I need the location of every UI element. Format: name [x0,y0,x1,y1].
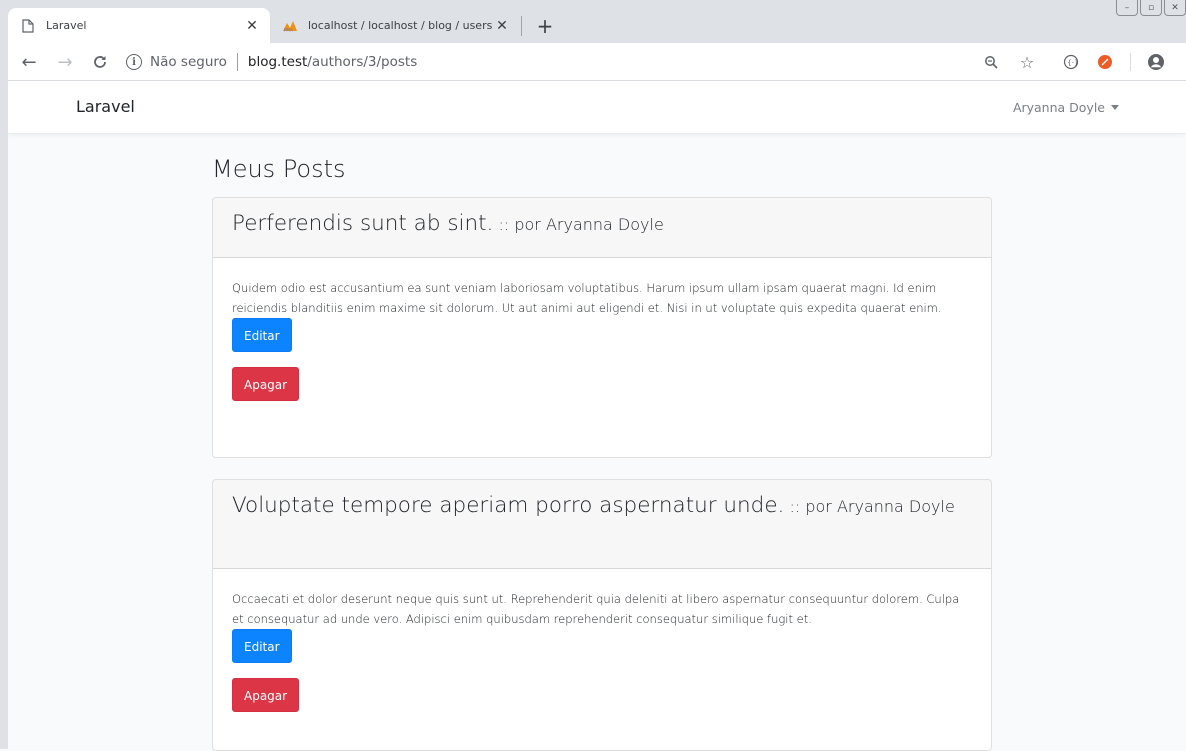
tab-phpmyadmin[interactable]: PMA localhost / localhost / blog / users… [270,8,520,43]
tab-strip: Laravel ✕ PMA localhost / localhost / bl… [0,0,1186,43]
url-host: blog.test [247,54,308,70]
forward-arrow-icon[interactable]: → [52,49,78,75]
restore-button[interactable]: ▫ [1140,0,1162,16]
post-body-container: Quidem odio est accusantium ea sunt veni… [213,258,991,401]
post-author: :: por Aryanna Doyle [498,215,664,234]
page-title: Meus Posts [212,155,346,183]
post-title: Voluptate tempore aperiam porro aspernat… [232,493,785,518]
delete-button[interactable]: Apagar [232,367,300,401]
post-author: :: por Aryanna Doyle [789,497,955,516]
profile-avatar-icon[interactable] [1144,49,1168,75]
security-label: Não seguro [150,54,227,70]
delete-button[interactable]: Apagar [232,678,300,712]
extension-icon[interactable]: {·} [1060,49,1082,75]
minimize-button[interactable]: – [1116,0,1138,16]
edit-button[interactable]: Editar [232,318,292,352]
toolbar-divider [1130,53,1131,71]
page-icon [20,18,36,34]
post-card: Voluptate tempore aperiam porro aspernat… [212,479,992,751]
post-header: Perferendis sunt ab sint. :: por Aryanna… [213,198,991,258]
tab-separator [521,16,522,36]
svg-text:PMA: PMA [284,27,293,32]
app-navbar: Laravel Aryanna Doyle [8,81,1186,134]
browser-toolbar: ← → i Não seguro blog.test/authors/3/pos… [0,43,1186,81]
post-title: Perferendis sunt ab sint. [232,211,494,236]
edit-button[interactable]: Editar [232,629,292,663]
close-tab-icon[interactable]: ✕ [244,18,260,34]
new-tab-button[interactable]: + [533,14,557,38]
tab-laravel[interactable]: Laravel ✕ [8,8,270,43]
address-bar[interactable]: i Não seguro blog.test/authors/3/posts [126,47,1046,77]
post-card: Perferendis sunt ab sint. :: por Aryanna… [212,197,992,458]
svg-text:{·}: {·} [1067,59,1078,67]
post-body: Quidem odio est accusantium ea sunt veni… [232,281,942,315]
user-name: Aryanna Doyle [1012,100,1105,115]
back-arrow-icon[interactable]: ← [16,49,42,75]
navbar-brand[interactable]: Laravel [76,97,135,116]
close-tab-icon[interactable]: ✕ [494,18,510,34]
caret-down-icon [1111,105,1119,110]
reload-icon[interactable] [87,49,113,75]
window-controls: – ▫ ✕ [1114,0,1186,18]
tab-title: localhost / localhost / blog / users [308,19,493,32]
zoom-icon[interactable] [980,49,1002,75]
window-edge [0,0,8,749]
user-dropdown[interactable]: Aryanna Doyle [1013,100,1119,115]
phpmyadmin-icon: PMA [282,18,298,34]
url-separator [236,53,238,71]
post-body-container: Occaecati et dolor deserunt neque quis s… [213,569,991,712]
bookmark-star-icon[interactable]: ☆ [1016,49,1038,75]
post-header: Voluptate tempore aperiam porro aspernat… [213,480,991,569]
url-path: /authors/3/posts [307,54,418,70]
postman-extension-icon[interactable] [1094,49,1116,75]
tab-title: Laravel [46,19,87,32]
close-window-button[interactable]: ✕ [1164,0,1186,16]
info-icon[interactable]: i [126,54,142,70]
post-body: Occaecati et dolor deserunt neque quis s… [232,592,960,626]
